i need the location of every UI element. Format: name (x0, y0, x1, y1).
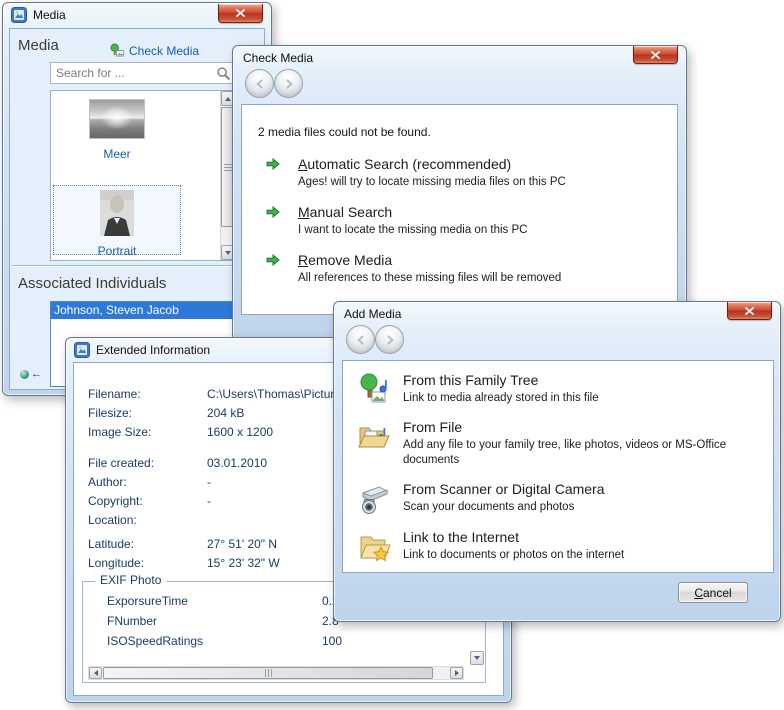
option-title: Remove Media (298, 252, 392, 268)
check-media-link[interactable]: Check Media (110, 43, 199, 58)
option-description: Link to media already stored in this fil… (403, 391, 599, 406)
field-label: File created: (88, 456, 207, 470)
field-label: Copyright: (88, 494, 207, 508)
portrait-thumbnail-image (100, 190, 134, 236)
field-value: 15° 23' 32" W (207, 556, 280, 570)
green-arrow-icon (266, 157, 280, 171)
field-value: 27° 51' 20" N (207, 537, 277, 551)
add-media-title: Add Media (344, 307, 401, 321)
back-button[interactable] (346, 325, 375, 354)
option-title: Manual Search (298, 204, 392, 220)
field-label: Location: (88, 513, 207, 527)
search-icon[interactable] (216, 66, 231, 81)
link-back-indicator[interactable]: ← (20, 370, 42, 379)
exif-value: 100 (322, 634, 342, 648)
missing-files-message: 2 media files could not be found. (258, 125, 431, 139)
meer-label: Meer (53, 147, 181, 161)
scroll-left-icon[interactable] (89, 667, 102, 679)
green-arrow-icon (266, 253, 280, 267)
field-label: Latitude: (88, 537, 207, 551)
field-value: C:\Users\Thomas\Pictur (207, 387, 334, 401)
scanner-camera-icon (357, 482, 391, 516)
media-window-title: Media (33, 8, 66, 22)
media-thumbnail-list: Meer Portrait (50, 90, 236, 261)
media-heading: Media (18, 37, 59, 54)
check-media-content: 2 media files could not be found. Automa… (241, 104, 678, 315)
individual-row[interactable]: Johnson, Steven Jacob (51, 302, 235, 319)
field-value: - (207, 494, 211, 508)
option-title: From Scanner or Digital Camera (403, 481, 605, 497)
portrait-label: Portrait (54, 244, 180, 258)
option-description: Link to documents or photos on the inter… (403, 548, 624, 563)
exif-key: ISOSpeedRatings (107, 634, 203, 648)
field-value: 03.01.2010 (207, 456, 267, 470)
option-title: Automatic Search (recommended) (298, 156, 511, 172)
check-media-icon (110, 43, 125, 58)
field-label: Filename: (88, 387, 207, 401)
meer-thumbnail-image (89, 99, 145, 139)
add-media-content: From this Family Tree Link to media alre… (342, 360, 774, 573)
option-link-internet[interactable]: Link to the Internet Link to documents o… (357, 528, 624, 564)
media-item-portrait[interactable]: Portrait (53, 185, 181, 255)
close-icon[interactable] (218, 4, 263, 23)
option-remove-media[interactable]: Remove Media All references to these mis… (266, 251, 561, 286)
search-input[interactable] (56, 65, 208, 81)
media-titlebar[interactable]: Media (3, 3, 271, 27)
option-description: I want to locate the missing media on th… (298, 223, 527, 238)
option-title: From File (403, 419, 462, 435)
field-label: Filesize: (88, 406, 207, 420)
option-manual-search[interactable]: Manual Search I want to locate the missi… (266, 203, 527, 238)
field-label: Image Size: (88, 425, 207, 439)
option-title: Link to the Internet (403, 529, 519, 545)
add-media-titlebar[interactable]: Add Media (334, 302, 780, 326)
option-title: From this Family Tree (403, 372, 538, 388)
left-arrow-icon: ← (31, 370, 42, 379)
cancel-button[interactable]: Cancel (678, 582, 748, 603)
field-value: - (207, 475, 211, 489)
option-from-family-tree[interactable]: From this Family Tree Link to media alre… (357, 371, 599, 407)
app-icon (74, 342, 90, 358)
option-description: All references to these missing files wi… (298, 271, 561, 286)
option-from-scanner[interactable]: From Scanner or Digital Camera Scan your… (357, 480, 605, 516)
check-media-title: Check Media (243, 51, 313, 65)
green-arrow-icon (266, 205, 280, 219)
check-media-link-label: Check Media (129, 44, 199, 58)
associated-individuals-heading: Associated Individuals (18, 275, 166, 292)
scroll-right-icon[interactable] (450, 667, 463, 679)
close-icon[interactable] (633, 46, 678, 64)
field-label: Author: (88, 475, 207, 489)
divider (12, 265, 262, 267)
option-description: Scan your documents and photos (403, 500, 605, 515)
file-folder-icon (357, 420, 391, 454)
exif-legend: EXIF Photo (95, 573, 166, 587)
media-panel: Media Check Media (9, 28, 265, 390)
field-value: 1600 x 1200 (207, 425, 273, 439)
exif-key: ExporsureTime (107, 594, 188, 608)
internet-folder-icon (357, 530, 391, 564)
option-description: Add any file to your family tree, like p… (403, 438, 765, 468)
option-from-file[interactable]: From File Add any file to your family tr… (357, 418, 765, 468)
search-box (50, 62, 236, 84)
back-button[interactable] (245, 69, 274, 98)
desktop: Media Media Check Media (0, 0, 784, 710)
scrollbar-thumb[interactable] (103, 667, 433, 679)
option-automatic-search[interactable]: Automatic Search (recommended) Ages! wil… (266, 155, 566, 190)
exif-horizontal-scrollbar[interactable] (88, 666, 464, 680)
check-media-titlebar[interactable]: Check Media (233, 46, 686, 70)
exif-key: FNumber (107, 614, 157, 628)
check-media-dialog: Check Media 2 media files could not be f… (232, 45, 687, 341)
add-media-dialog: Add Media From this Fa (333, 301, 781, 622)
app-icon (11, 7, 27, 23)
media-item-meer[interactable]: Meer (53, 99, 181, 161)
close-icon[interactable] (727, 302, 772, 320)
option-description: Ages! will try to locate missing media f… (298, 175, 566, 190)
extended-info-title: Extended Information (96, 343, 210, 357)
green-sphere-icon (20, 370, 29, 379)
scroll-down-icon[interactable] (470, 651, 484, 665)
forward-button[interactable] (375, 325, 404, 354)
field-value: 204 kB (207, 406, 244, 420)
field-label: Longitude: (88, 556, 207, 570)
forward-button[interactable] (274, 69, 303, 98)
family-tree-icon (357, 373, 391, 407)
